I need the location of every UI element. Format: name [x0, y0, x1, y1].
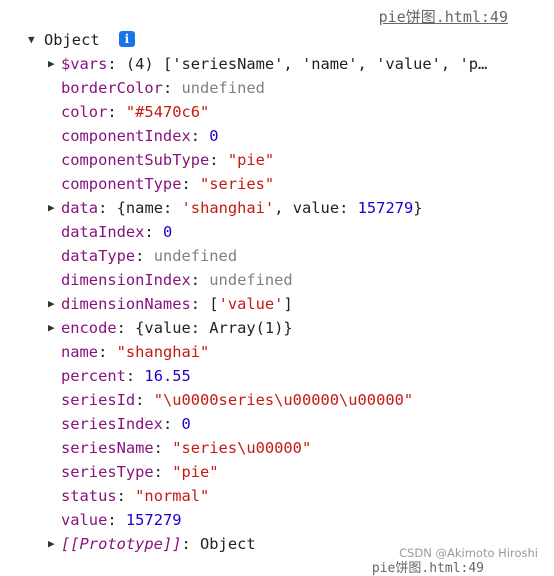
prop-value: "pie"	[227, 151, 275, 169]
prop-key: data	[61, 199, 99, 217]
prop-value: "normal"	[135, 487, 210, 505]
prop-value: "\u0000series\u00000\u00000"	[153, 391, 414, 409]
prop-componentsubtype: componentSubType: "pie"	[61, 151, 275, 169]
prop-value: undefined	[209, 271, 293, 289]
prop-value: "shanghai"	[116, 343, 210, 361]
prop-componentindex: componentIndex: 0	[61, 127, 219, 145]
prop-value: 16.55	[144, 367, 191, 385]
prop-key: componentIndex	[61, 127, 191, 145]
prop-key: dimensionIndex	[61, 271, 191, 289]
prop-dimensionindex: dimensionIndex: undefined	[61, 271, 293, 289]
expand-triangle-icon[interactable]: ▶	[48, 196, 55, 220]
prop-value: 0	[162, 223, 173, 241]
prop-value: undefined	[181, 79, 265, 97]
prop-value: "#5470c6"	[125, 103, 210, 121]
prop-key: componentType	[61, 175, 182, 193]
prop-key: encode	[61, 319, 117, 337]
expand-triangle-icon[interactable]: ▶	[48, 316, 55, 340]
prop-vars[interactable]: ▶ $vars: (4) ['seriesName', 'name', 'val…	[48, 52, 487, 76]
prop-key: seriesId	[61, 391, 136, 409]
prop-value: "series\u00000"	[172, 439, 312, 457]
prop-value: 0	[209, 127, 219, 145]
info-icon[interactable]: i	[118, 31, 135, 47]
prop-key: value	[61, 511, 108, 529]
prop-value: "pie"	[172, 463, 219, 481]
prop-key: seriesName	[61, 439, 154, 457]
prop-value: 'value'	[218, 295, 284, 313]
prop-dataindex: dataIndex: 0	[61, 223, 173, 241]
prop-key: dataType	[61, 247, 136, 265]
prop-seriesindex: seriesIndex: 0	[61, 415, 191, 433]
data-name-key: name	[125, 199, 163, 217]
object-label: Object	[44, 31, 100, 49]
prop-bordercolor: borderColor: undefined	[61, 79, 265, 97]
prop-value-row: value: 157279	[61, 511, 182, 529]
prop-seriestype: seriesType: "pie"	[61, 463, 219, 481]
cutoff-source-link: pie饼图.html:49	[371, 561, 484, 576]
prop-key: seriesIndex	[61, 415, 163, 433]
prop-value: (4) ['seriesName', 'name', 'value', 'p…	[125, 55, 488, 73]
prop-name: name: "shanghai"	[61, 343, 210, 361]
prop-key: $vars	[61, 55, 108, 73]
prop-data[interactable]: ▶ data: {name: 'shanghai', value: 157279…	[48, 196, 423, 220]
prop-value: undefined	[153, 247, 238, 265]
prop-value: "series"	[200, 175, 275, 193]
prop-datatype: dataType: undefined	[61, 247, 238, 265]
prop-value: 0	[181, 415, 191, 433]
prop-key: [[Prototype]]	[61, 535, 182, 553]
expand-triangle-icon[interactable]: ▶	[48, 532, 55, 556]
prop-key: status	[61, 487, 117, 505]
prop-encode[interactable]: ▶ encode: {value: Array(1)}	[48, 316, 293, 340]
prop-value: 157279	[125, 511, 182, 529]
prop-key: componentSubType	[61, 151, 210, 169]
data-value-value: 157279	[357, 199, 414, 217]
expand-triangle-icon[interactable]: ▶	[48, 52, 55, 76]
prop-color: color: "#5470c6"	[61, 103, 210, 121]
collapse-triangle-icon[interactable]: ▼	[28, 28, 35, 52]
prop-percent: percent: 16.55	[61, 367, 191, 385]
prop-seriesname: seriesName: "series\u00000"	[61, 439, 312, 457]
prop-key: color	[61, 103, 108, 121]
prop-key: dimensionNames	[61, 295, 191, 313]
prop-value: {value: Array(1)}	[135, 319, 293, 337]
prop-key: borderColor	[61, 79, 163, 97]
prop-key: dataIndex	[61, 223, 145, 241]
data-name-value: 'shanghai'	[181, 199, 275, 217]
expand-triangle-icon[interactable]: ▶	[48, 292, 55, 316]
prop-status: status: "normal"	[61, 487, 210, 505]
source-link[interactable]: pie饼图.html:49	[379, 6, 508, 27]
prop-dimensionnames[interactable]: ▶ dimensionNames: ['value']	[48, 292, 293, 316]
prop-key: seriesType	[61, 463, 154, 481]
prop-prototype[interactable]: ▶ [[Prototype]]: Object	[48, 532, 256, 556]
prop-seriesid: seriesId: "\u0000series\u00000\u00000"	[61, 391, 414, 409]
prop-key: percent	[61, 367, 126, 385]
prop-key: name	[61, 343, 99, 361]
data-value-key: value	[292, 199, 340, 217]
object-root-row[interactable]: ▼ Object i	[28, 28, 135, 52]
prop-componenttype: componentType: "series"	[61, 175, 275, 193]
prop-value: Object	[200, 535, 256, 553]
